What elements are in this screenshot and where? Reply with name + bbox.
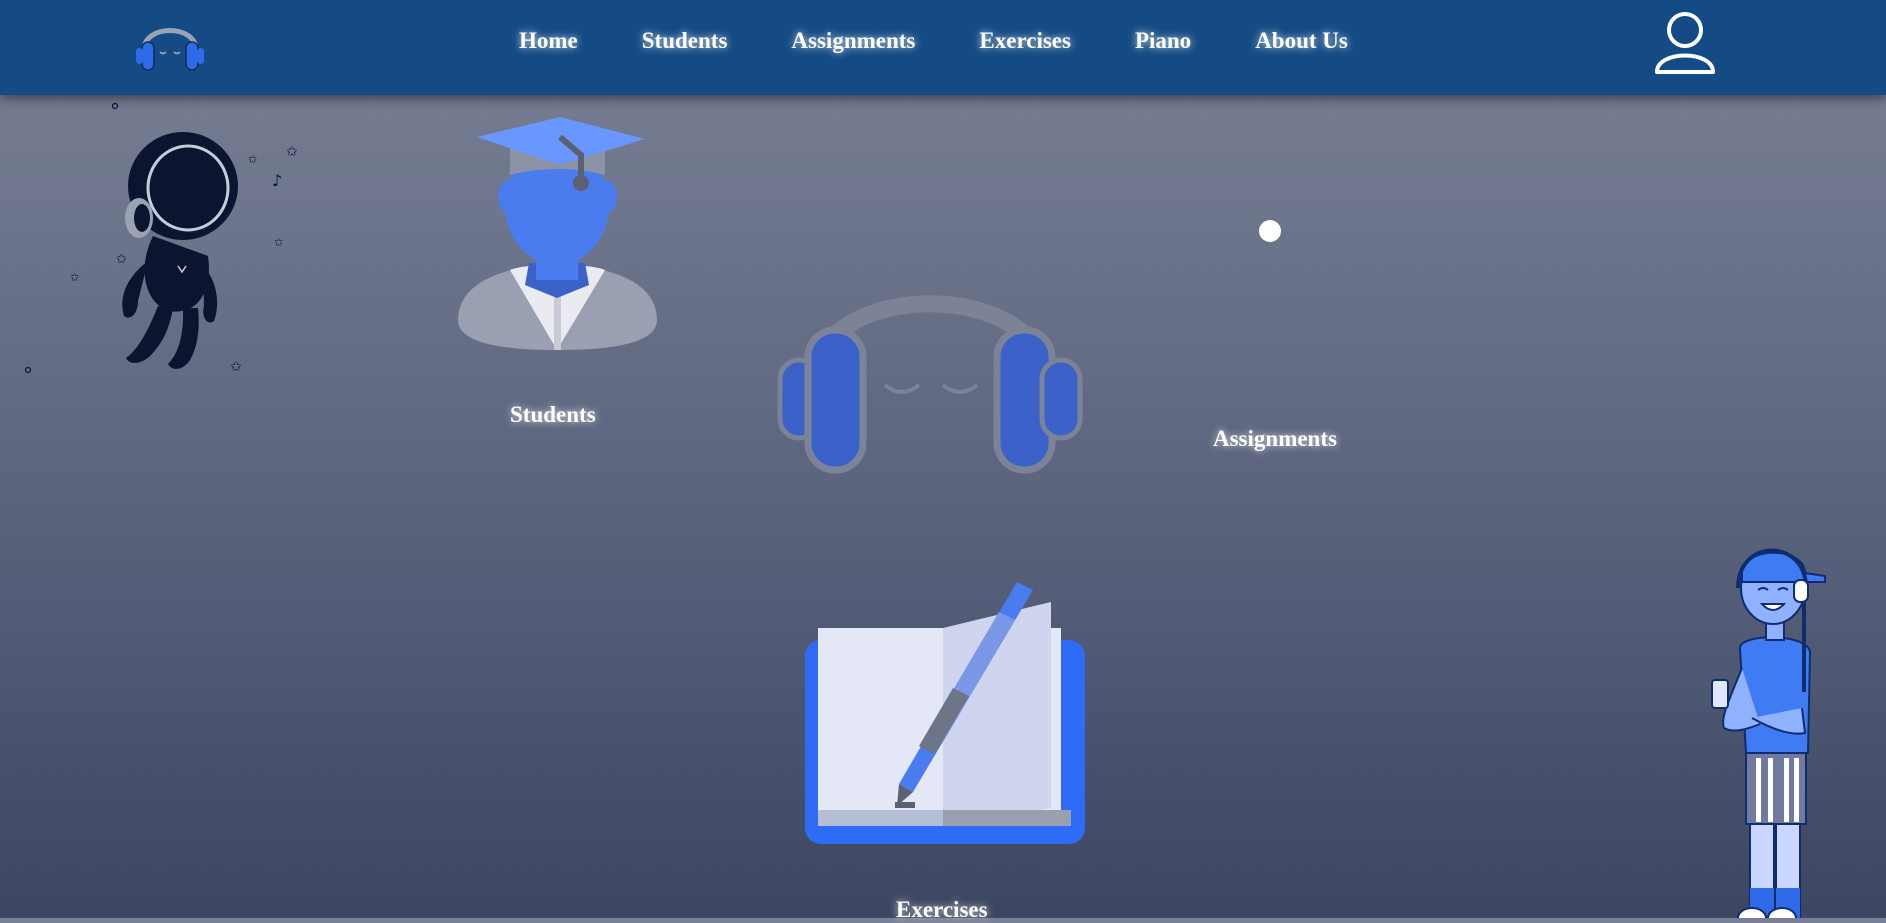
nav-home[interactable]: Home bbox=[519, 28, 578, 54]
notebook-pen-icon[interactable] bbox=[803, 578, 1087, 846]
nav-students[interactable]: Students bbox=[642, 28, 728, 54]
nav-exercises[interactable]: Exercises bbox=[979, 28, 1071, 54]
svg-text:✩: ✩ bbox=[116, 252, 127, 267]
nav-piano[interactable]: Piano bbox=[1135, 28, 1191, 54]
nav-about-us[interactable]: About Us bbox=[1255, 28, 1348, 54]
svg-text:✩: ✩ bbox=[230, 359, 242, 375]
loading-dot-icon bbox=[1259, 220, 1281, 242]
svg-text:✩: ✩ bbox=[70, 271, 79, 284]
graduate-icon[interactable] bbox=[455, 115, 660, 350]
main-nav: Home Students Assignments Exercises Pian… bbox=[519, 28, 1348, 54]
svg-text:✩: ✩ bbox=[248, 153, 257, 166]
students-card-label[interactable]: Students bbox=[510, 402, 596, 428]
headphones-logo-icon[interactable] bbox=[132, 14, 208, 74]
astronaut-illustration: ✩ ✩ ✩ ✩ ✩ ✩ ♪ bbox=[24, 102, 298, 375]
top-navbar: Home Students Assignments Exercises Pian… bbox=[0, 0, 1886, 95]
exercises-card-label[interactable]: Exercises bbox=[896, 897, 988, 923]
headphones-icon bbox=[777, 295, 1083, 474]
boy-with-headphones-illustration bbox=[1711, 548, 1826, 918]
svg-text:✩: ✩ bbox=[286, 144, 298, 160]
svg-text:♪: ♪ bbox=[272, 171, 282, 190]
nav-assignments[interactable]: Assignments bbox=[791, 28, 915, 54]
svg-text:✩: ✩ bbox=[274, 236, 283, 249]
assignments-card-label[interactable]: Assignments bbox=[1213, 426, 1337, 452]
user-profile-icon[interactable] bbox=[1652, 6, 1718, 76]
